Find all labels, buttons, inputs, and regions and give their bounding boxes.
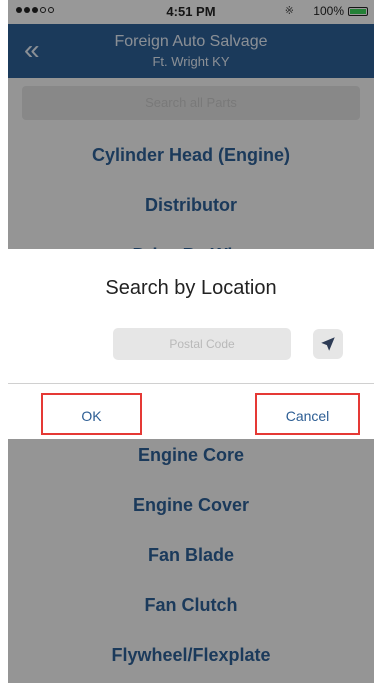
use-location-button[interactable] (313, 329, 343, 359)
location-dialog: Search by Location OK Cancel (8, 249, 374, 439)
location-arrow-icon (321, 337, 335, 351)
ok-button[interactable]: OK (41, 393, 142, 435)
dialog-divider (8, 383, 374, 384)
cancel-button[interactable]: Cancel (255, 393, 360, 435)
dialog-title: Search by Location (105, 277, 277, 299)
app-screen: 4:51 PM ※ 100% « Foreign Auto Salvage Ft… (8, 0, 374, 683)
postal-code-input[interactable] (113, 328, 291, 360)
